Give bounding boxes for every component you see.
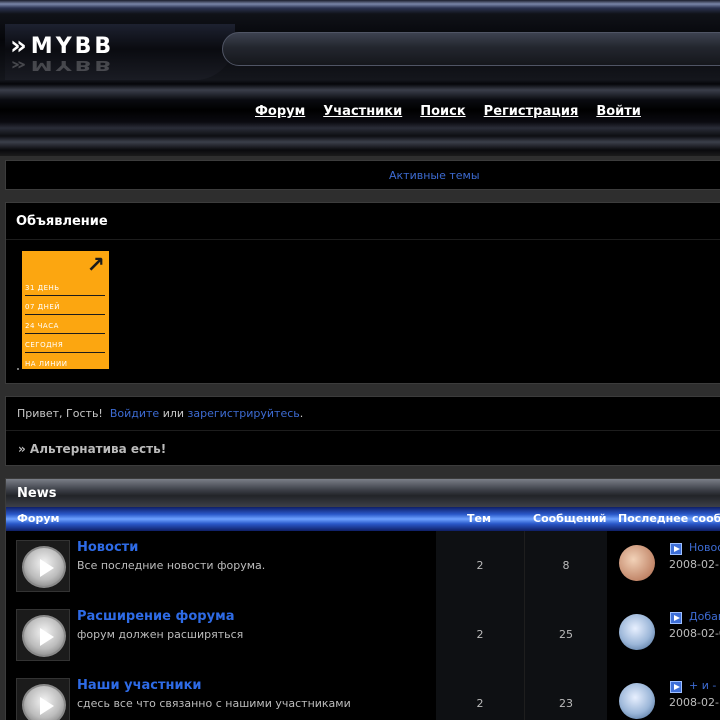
- stats-widget-item: 31 ДЕНЬ: [25, 277, 105, 296]
- forum-main-cell: Расширение форума форум должен расширять…: [6, 600, 436, 669]
- announcement-title: Объявление: [16, 214, 108, 229]
- forum-name-link[interactable]: Наши участники: [77, 678, 202, 693]
- nav-login-link[interactable]: Войти: [596, 104, 641, 119]
- go-to-post-icon[interactable]: [670, 543, 682, 555]
- register-link[interactable]: зарегистрируйтесь: [188, 407, 300, 420]
- stats-widget-item: СЕГОДНЯ: [25, 334, 105, 353]
- period-text: .: [299, 407, 304, 420]
- nav-members-link[interactable]: Участники: [323, 104, 402, 119]
- last-post-title-link[interactable]: Новости: [689, 541, 720, 554]
- mybb-logo[interactable]: » MYBB: [10, 31, 114, 61]
- go-to-post-icon[interactable]: [670, 681, 682, 693]
- tagline: » Альтернатива есть!: [18, 442, 167, 456]
- stats-widget-item: 24 ЧАСА: [25, 315, 105, 334]
- last-post-date: 2008-02-1: [669, 696, 720, 709]
- forum-category-panel: News Форум Тем Сообщений Последнее сооб …: [5, 478, 720, 720]
- page: » MYBB » MYBB Форум Участники Поиск Реги…: [0, 0, 720, 720]
- header: » MYBB » MYBB Форум Участники Поиск Реги…: [0, 0, 720, 156]
- last-post-date: 2008-02-0: [669, 627, 720, 640]
- forum-name-link[interactable]: Новости: [77, 540, 138, 555]
- forum-play-icon: [16, 540, 70, 592]
- forum-topics-count: 2: [436, 531, 524, 600]
- forum-description: Все последние новости форума.: [77, 559, 266, 572]
- logo-reflection-chevron: »: [10, 56, 23, 74]
- forum-posts-count: 8: [524, 531, 607, 600]
- forum-last-post-cell: + и - 2008-02-1: [607, 669, 720, 720]
- forum-row: Расширение форума форум должен расширять…: [6, 600, 720, 669]
- greeting-text: Привет, Гость!: [17, 407, 103, 420]
- stats-widget[interactable]: ↗ 31 ДЕНЬ 07 ДНЕЙ 24 ЧАСА СЕГОДНЯ НА ЛИН…: [22, 251, 109, 369]
- category-header: News: [6, 479, 720, 507]
- nav-register-link[interactable]: Регистрация: [484, 104, 579, 119]
- forum-description: сдесь все что связанно с нашими участник…: [77, 697, 351, 710]
- top-navigation: Форум Участники Поиск Регистрация Войти: [255, 104, 641, 119]
- last-post-title-link[interactable]: + и -: [689, 679, 716, 692]
- forum-main-cell: Наши участники сдесь все что связанно с …: [6, 669, 436, 720]
- nav-forum-link[interactable]: Форум: [255, 104, 305, 119]
- stats-widget-item: 07 ДНЕЙ: [25, 296, 105, 315]
- login-link[interactable]: Войдите: [110, 407, 159, 420]
- go-to-post-icon[interactable]: [670, 612, 682, 624]
- forum-row: Новости Все последние новости форума. 2 …: [6, 531, 720, 600]
- forum-play-icon: [16, 678, 70, 720]
- stats-widget-list: 31 ДЕНЬ 07 ДНЕЙ 24 ЧАСА СЕГОДНЯ НА ЛИНИИ: [25, 277, 105, 372]
- forum-posts-count: 23: [524, 669, 607, 720]
- last-post-title-link[interactable]: Добав: [689, 610, 720, 623]
- announcement-panel: Объявление ↗ 31 ДЕНЬ 07 ДНЕЙ 24 ЧАСА СЕГ…: [5, 202, 720, 384]
- column-header-posts: Сообщений: [533, 512, 607, 525]
- welcome-divider: [6, 430, 720, 431]
- welcome-panel: Привет, Гость! Войдите или зарегистрируй…: [5, 396, 720, 466]
- announcement-divider: [6, 239, 720, 240]
- column-header-last-post: Последнее сооб: [618, 512, 720, 525]
- header-search-strip: [222, 32, 720, 66]
- avatar[interactable]: [619, 683, 655, 719]
- logo-reflection-wordmark: MYBB: [30, 57, 115, 73]
- avatar[interactable]: [619, 545, 655, 581]
- forum-row: Наши участники сдесь все что связанно с …: [6, 669, 720, 720]
- forum-main-cell: Новости Все последние новости форума.: [6, 531, 436, 600]
- active-topics-panel: Активные темы: [5, 160, 720, 190]
- or-text: или: [162, 407, 185, 420]
- forum-last-post-cell: Новости 2008-02-1: [607, 531, 720, 600]
- arrow-up-right-icon: ↗: [86, 253, 105, 278]
- welcome-message: Привет, Гость! Войдите или зарегистрируй…: [17, 407, 303, 420]
- column-header-row: Форум Тем Сообщений Последнее сооб: [6, 507, 720, 531]
- forum-topics-count: 2: [436, 600, 524, 669]
- forum-posts-count: 25: [524, 600, 607, 669]
- forum-description: форум должен расширяться: [77, 628, 244, 641]
- nav-search-link[interactable]: Поиск: [420, 104, 465, 119]
- last-post-date: 2008-02-1: [669, 558, 720, 571]
- forum-topics-count: 2: [436, 669, 524, 720]
- avatar[interactable]: [619, 614, 655, 650]
- column-header-forum: Форум: [17, 512, 60, 525]
- active-topics-link[interactable]: Активные темы: [389, 169, 480, 182]
- logo-reflection: » MYBB: [10, 56, 115, 74]
- logo-wordmark: MYBB: [30, 33, 115, 59]
- column-header-topics: Тем: [467, 512, 491, 525]
- forum-name-link[interactable]: Расширение форума: [77, 609, 235, 624]
- forum-play-icon: [16, 609, 70, 661]
- stats-widget-item: НА ЛИНИИ: [25, 360, 68, 368]
- forum-last-post-cell: Добав 2008-02-0: [607, 600, 720, 669]
- separator-dot: [17, 368, 19, 370]
- category-title[interactable]: News: [17, 486, 56, 501]
